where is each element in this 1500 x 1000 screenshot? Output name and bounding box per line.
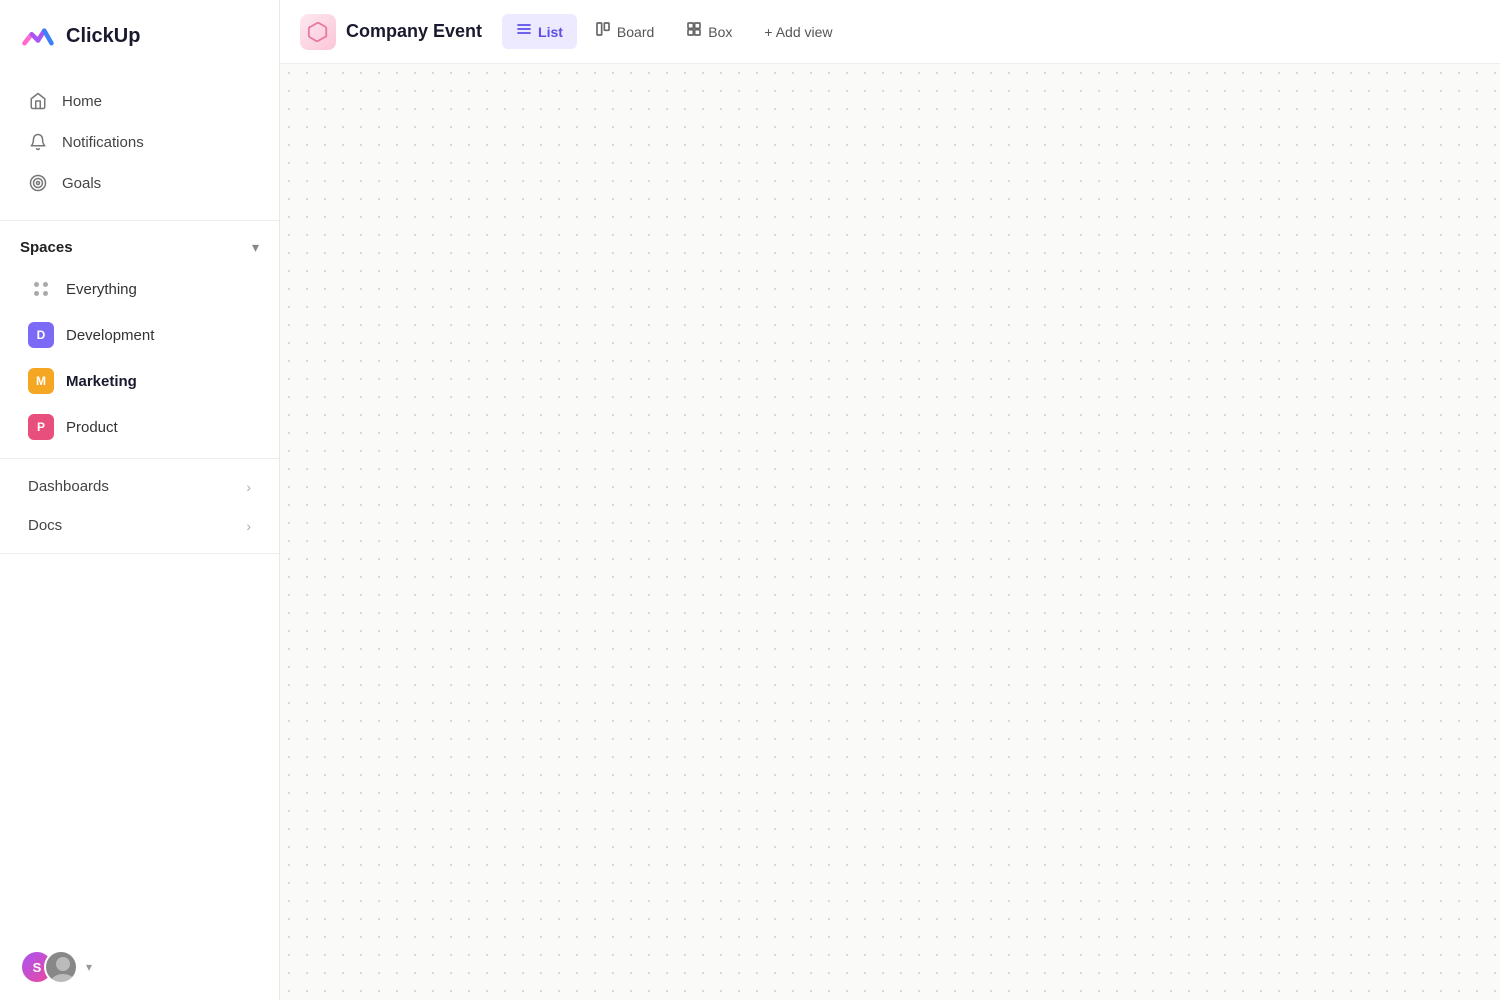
sidebar-nav: Home Notifications Goals (0, 72, 279, 212)
spaces-header[interactable]: Spaces ▾ (0, 229, 279, 266)
sidebar-item-home[interactable]: Home (8, 81, 271, 121)
marketing-avatar: M (28, 368, 54, 394)
product-avatar: P (28, 414, 54, 440)
user-avatar-secondary (44, 950, 78, 984)
sidebar-item-product[interactable]: P Product (8, 405, 271, 449)
avatar-group: S (20, 950, 78, 984)
sidebar-item-notifications[interactable]: Notifications (8, 122, 271, 162)
tab-box[interactable]: Box (672, 14, 746, 49)
divider-3 (0, 553, 279, 554)
home-icon (28, 91, 48, 111)
sidebar-item-goals[interactable]: Goals (8, 163, 271, 203)
spaces-label: Spaces (20, 239, 73, 256)
tab-board[interactable]: Board (581, 14, 668, 49)
tab-board-label: Board (617, 24, 654, 40)
topbar: Company Event List Board (280, 0, 1500, 64)
goals-icon (28, 173, 48, 193)
project-title: Company Event (346, 21, 482, 42)
sidebar-item-marketing[interactable]: M Marketing (8, 359, 271, 403)
tab-list[interactable]: List (502, 14, 577, 49)
logo-text: ClickUp (66, 25, 140, 48)
list-view-icon (516, 21, 532, 42)
project-icon (300, 14, 336, 50)
spaces-chevron-down-icon: ▾ (252, 239, 259, 256)
sidebar-item-dashboards[interactable]: Dashboards › (8, 468, 271, 505)
sidebar-bottom[interactable]: S ▾ (0, 934, 279, 1000)
sidebar-item-everything[interactable]: Everything (8, 267, 271, 311)
main-canvas (280, 64, 1500, 1000)
sidebar: ClickUp Home Notifications (0, 0, 280, 1000)
development-avatar: D (28, 322, 54, 348)
dashboards-label: Dashboards (28, 478, 109, 495)
tab-box-label: Box (708, 24, 732, 40)
user-menu-chevron-icon[interactable]: ▾ (86, 960, 92, 974)
bell-icon (28, 132, 48, 152)
dashboards-chevron-right-icon: › (246, 479, 251, 495)
home-label: Home (62, 93, 102, 110)
add-view-button[interactable]: + Add view (750, 17, 846, 47)
docs-label: Docs (28, 517, 62, 534)
clickup-logo-icon (20, 18, 56, 54)
box-view-icon (686, 21, 702, 42)
sidebar-item-development[interactable]: D Development (8, 313, 271, 357)
divider-1 (0, 220, 279, 221)
product-label: Product (66, 419, 118, 436)
everything-dots-icon (28, 276, 54, 302)
add-view-label: + Add view (764, 24, 832, 40)
divider-2 (0, 458, 279, 459)
sidebar-item-docs[interactable]: Docs › (8, 507, 271, 544)
notifications-label: Notifications (62, 134, 144, 151)
logo-area[interactable]: ClickUp (0, 0, 279, 72)
board-view-icon (595, 21, 611, 42)
tab-list-label: List (538, 24, 563, 40)
everything-label: Everything (66, 281, 137, 298)
goals-label: Goals (62, 175, 101, 192)
marketing-label: Marketing (66, 373, 137, 390)
main-content: Company Event List Board (280, 0, 1500, 1000)
development-label: Development (66, 327, 154, 344)
docs-chevron-right-icon: › (246, 518, 251, 534)
